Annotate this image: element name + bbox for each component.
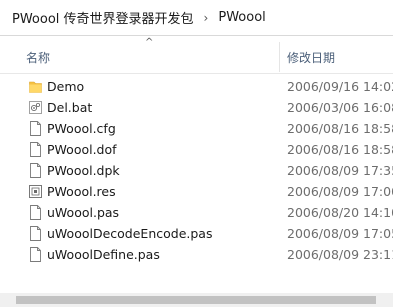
file-modified-date: 2006/09/16 14:02 [287,79,393,94]
file-explorer-window: PWoool 传奇世界登录器开发包 › PWoool ^ 名称 修改日期 Dem… [0,0,393,307]
file-modified-date: 2006/08/09 23:11 [287,247,393,262]
file-name: Del.bat [47,100,93,115]
sort-ascending-icon: ^ [145,37,154,48]
resource-file-icon [29,185,42,198]
document-icon [30,247,41,262]
document-icon [30,163,41,178]
scrollbar-thumb[interactable] [16,296,376,304]
file-name: Demo [47,79,85,94]
file-row-pwoool-dof[interactable]: PWoool.dof 2006/08/16 18:58 [0,139,393,160]
file-row-uwoool-pas[interactable]: uWoool.pas 2006/08/20 14:10 [0,202,393,223]
file-name: PWoool.dpk [47,163,120,178]
file-row-pwoool-res[interactable]: PWoool.res 2006/08/09 17:00 [0,181,393,202]
file-row-uwoooldefine-pas[interactable]: uWooolDefine.pas 2006/08/09 23:11 [0,244,393,265]
folder-icon [29,81,42,93]
file-row-del-bat[interactable]: Del.bat 2006/03/06 16:08 [0,97,393,118]
document-icon [30,121,41,136]
file-row-uwoooldecodeencode-pas[interactable]: uWooolDecodeEncode.pas 2006/08/09 17:05 [0,223,393,244]
column-divider[interactable] [279,42,280,72]
file-row-demo[interactable]: Demo 2006/09/16 14:02 [0,76,393,97]
file-name: uWooolDecodeEncode.pas [47,226,213,241]
document-icon [30,226,41,241]
address-bar[interactable]: PWoool 传奇世界登录器开发包 › PWoool [0,0,393,36]
file-row-pwoool-cfg[interactable]: PWoool.cfg 2006/08/16 18:58 [0,118,393,139]
file-name: PWoool.res [47,184,116,199]
document-icon [30,205,41,220]
file-name: PWoool.dof [47,142,117,157]
file-name: uWoool.pas [47,205,120,220]
file-modified-date: 2006/08/09 17:05 [287,226,393,241]
column-header-row: ^ 名称 修改日期 [0,36,393,74]
document-icon [30,142,41,157]
file-name: uWooolDefine.pas [47,247,160,262]
breadcrumb-separator[interactable]: › [204,11,209,25]
breadcrumb-item-current[interactable]: PWoool [216,10,267,25]
file-modified-date: 2006/03/06 16:08 [287,100,393,115]
file-list: Demo 2006/09/16 14:02 Del.bat 2006/03/06… [0,76,393,276]
file-row-pwoool-dpk[interactable]: PWoool.dpk 2006/08/09 17:35 [0,160,393,181]
file-name: PWoool.cfg [47,121,116,136]
horizontal-scrollbar[interactable] [0,293,393,307]
file-modified-date: 2006/08/09 17:00 [287,184,393,199]
column-header-name[interactable]: 名称 [26,49,50,66]
breadcrumb-item-parent[interactable]: PWoool 传奇世界登录器开发包 [10,8,196,27]
file-modified-date: 2006/08/09 17:35 [287,163,393,178]
file-modified-date: 2006/08/20 14:10 [287,205,393,220]
file-modified-date: 2006/08/16 18:58 [287,121,393,136]
column-header-modified[interactable]: 修改日期 [287,49,335,66]
batch-file-icon [29,101,42,114]
file-modified-date: 2006/08/16 18:58 [287,142,393,157]
